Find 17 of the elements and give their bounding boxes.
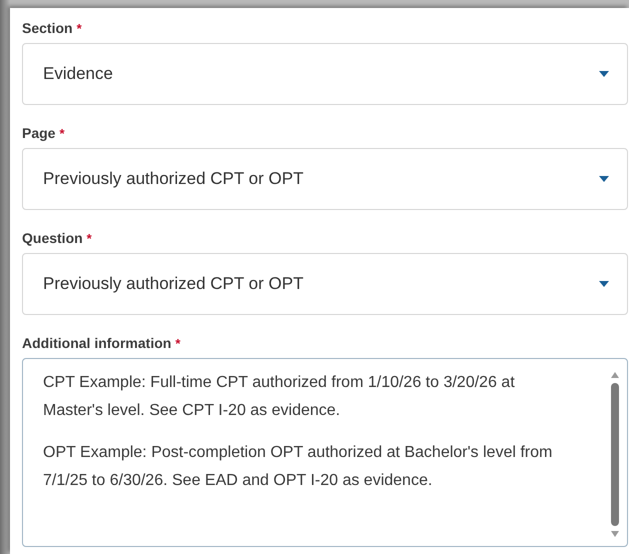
required-asterisk: * (86, 231, 92, 246)
required-asterisk: * (76, 21, 82, 36)
field-label: Section (22, 20, 73, 36)
dropdown-select[interactable]: Previously authorized CPT or OPT (22, 148, 628, 210)
paragraph: CPT Example: Full-time CPT authorized from 1/10/26 to 3/20/26 at Master's level. See CPT I-20 as evidence. (43, 373, 516, 421)
required-asterisk: * (175, 336, 180, 351)
required-asterisk: * (59, 126, 65, 141)
field-label: Question (22, 230, 83, 246)
dropdown-select[interactable]: Evidence (22, 43, 628, 105)
caret-down-icon (599, 281, 609, 287)
field-label: Additional information (22, 335, 172, 351)
dropdown-select[interactable]: Previously authorized CPT or OPT (22, 253, 628, 315)
caret-down-icon (599, 176, 609, 182)
text-area[interactable] (22, 358, 628, 547)
paragraph: OPT Example: Post-completion OPT authorized at Bachelor's level from 7/1/25 to 6/30/26. See EAD and OPT I-20 as evidence. (43, 443, 554, 491)
caret-down-icon (599, 71, 609, 77)
field-label: Page (22, 125, 56, 141)
